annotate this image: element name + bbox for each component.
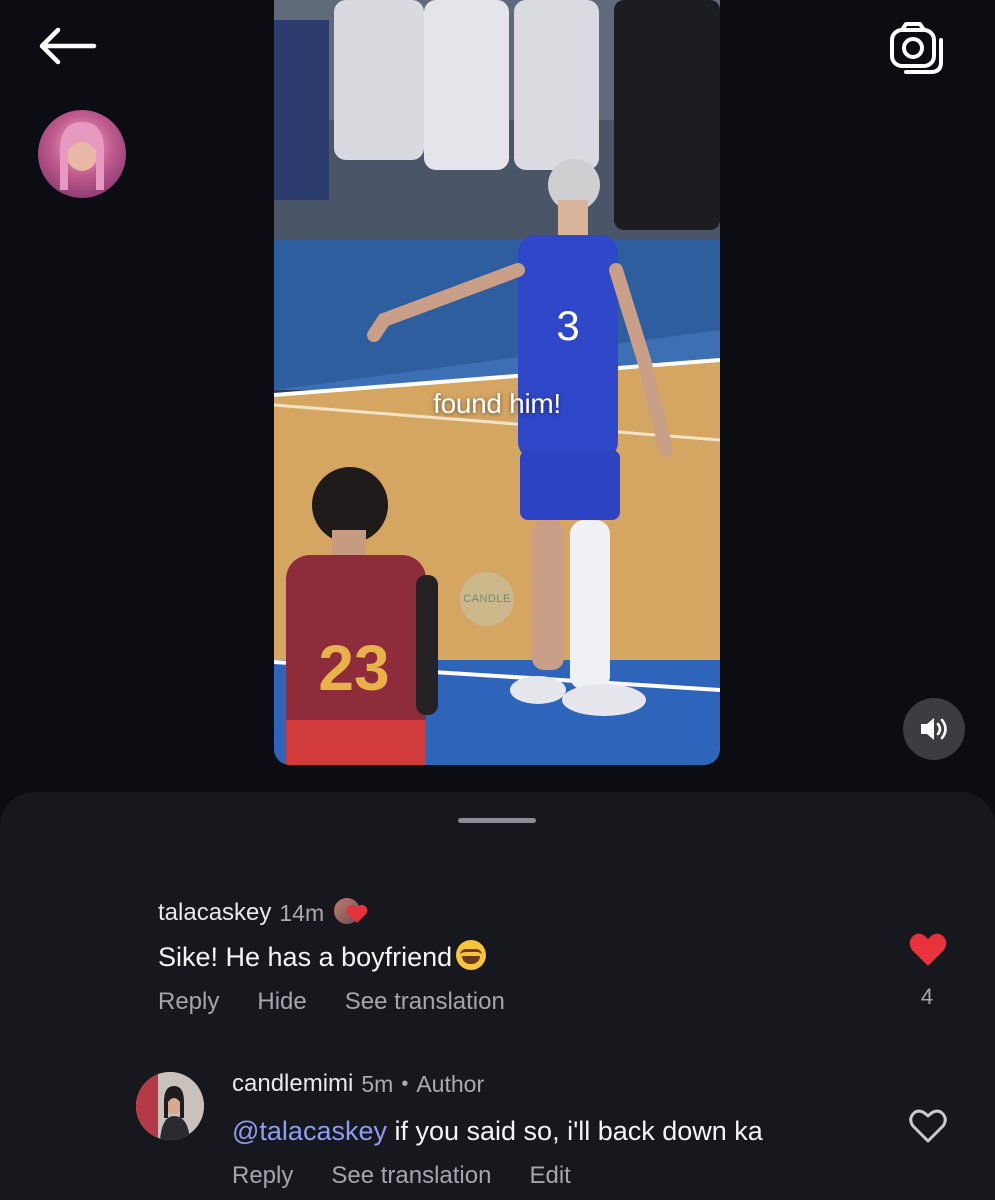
avatar-image (136, 1072, 204, 1140)
video-caption: found him! (433, 388, 561, 419)
arrow-left-icon (39, 27, 97, 65)
comment-text: Sike! He has a boyfriend (158, 940, 487, 973)
avatar-image (60, 122, 104, 190)
separator-dot: • (401, 1072, 409, 1095)
comment-text: @talacaskey if you said so, i'll back do… (232, 1116, 763, 1147)
author-liked-avatar (332, 896, 368, 930)
comment-meta: talacaskey 14m (158, 896, 368, 930)
comment-body: if you said so, i'll back down ka (386, 1116, 763, 1146)
video-frame: 3 23 (274, 0, 720, 765)
heart-outline-icon (909, 1109, 947, 1143)
sheet-drag-handle[interactable] (458, 818, 536, 823)
volume-icon (921, 718, 947, 740)
svg-text:3: 3 (556, 302, 579, 349)
comment-actions: Reply See translation Edit (232, 1162, 571, 1190)
comment-meta: candlemimi 5m • Author (232, 1070, 484, 1098)
svg-text:23: 23 (318, 632, 389, 704)
username[interactable]: talacaskey (158, 899, 271, 927)
reply-button[interactable]: Reply (232, 1162, 293, 1190)
username[interactable]: candlemimi (232, 1070, 353, 1098)
timestamp: 5m (361, 1070, 394, 1097)
heart-badge-icon (346, 904, 368, 923)
avatar[interactable] (136, 1072, 204, 1140)
like-button[interactable] (908, 1108, 948, 1144)
laughing-emoji-icon (456, 940, 487, 970)
video-player[interactable]: 3 23 found him! CANDLE (274, 0, 720, 765)
see-translation-button[interactable]: See translation (345, 988, 505, 1016)
mention-link[interactable]: @talacaskey (232, 1116, 387, 1146)
author-badge: Author (416, 1070, 485, 1097)
volume-button[interactable] (903, 698, 965, 760)
reply-button[interactable]: Reply (158, 988, 219, 1016)
see-translation-button[interactable]: See translation (331, 1162, 491, 1190)
watermark-logo: CANDLE (460, 572, 514, 626)
comment-actions: Reply Hide See translation (158, 988, 505, 1016)
like-button[interactable] (908, 932, 948, 968)
like-count: 4 (920, 984, 934, 1009)
camera-icon (890, 22, 943, 74)
edit-button[interactable]: Edit (529, 1162, 570, 1190)
avatar[interactable] (38, 110, 126, 198)
hide-button[interactable]: Hide (257, 988, 306, 1016)
comment-body: Sike! He has a boyfriend (158, 942, 453, 972)
camera-button[interactable] (886, 20, 948, 76)
heart-filled-icon (909, 933, 947, 966)
timestamp: 14m (279, 899, 325, 926)
back-button[interactable] (36, 24, 98, 68)
